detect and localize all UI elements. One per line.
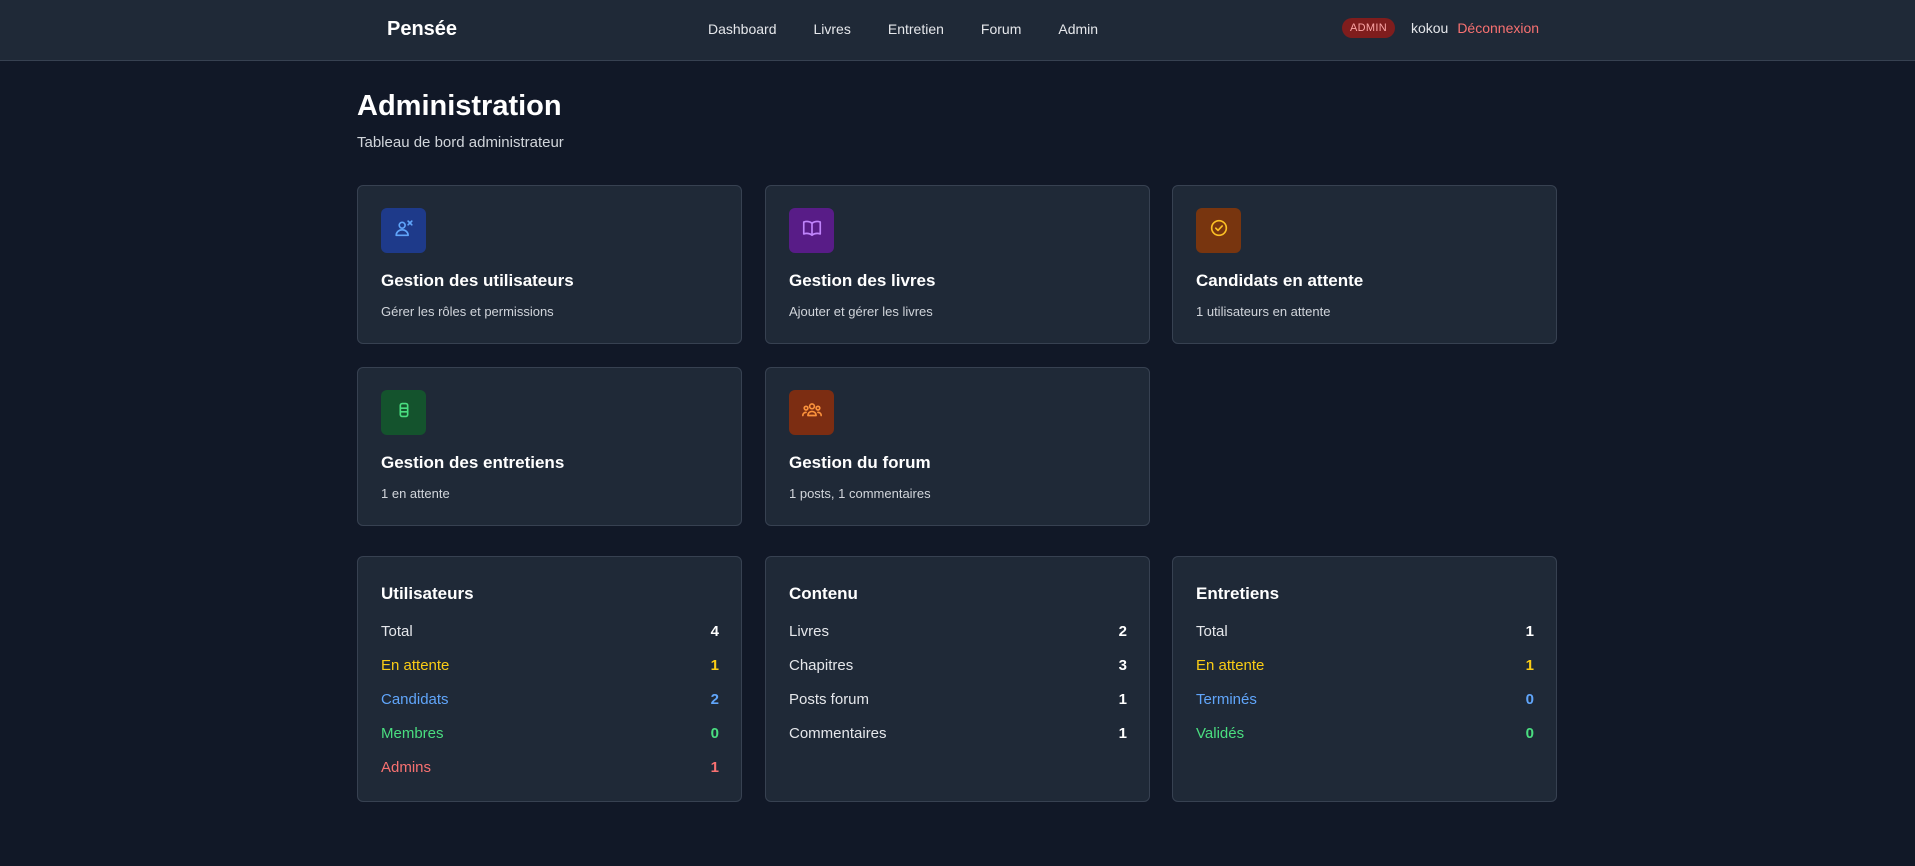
stat-value: 4 [710, 623, 719, 640]
stat-label: Total [381, 623, 413, 640]
book-icon [801, 217, 823, 244]
stat-label: Admins [381, 759, 432, 776]
card-description: 1 posts, 1 commentaires [789, 486, 931, 501]
user-manage-icon [393, 217, 415, 244]
nav-link-entretien[interactable]: Entretien [888, 21, 944, 37]
card-title: Gestion des livres [789, 271, 936, 290]
card-interview-management[interactable]: Gestion des entretiens 1 en attente [357, 367, 742, 526]
stat-row: Posts forum 1 [789, 691, 1127, 725]
nav-links: Dashboard Livres Entretien Forum Admin [708, 21, 1135, 37]
icon-box [789, 390, 834, 435]
stats-content: Contenu Livres 2 Chapitres 3 Posts forum 1 Com… [765, 556, 1150, 802]
stat-label: Membres [381, 725, 444, 742]
stat-value: 0 [710, 725, 719, 742]
page-title: Administration [357, 90, 562, 122]
check-circle-icon [1208, 217, 1230, 244]
stat-value: 2 [710, 691, 719, 708]
stat-value: 2 [1118, 623, 1127, 640]
card-description: 1 utilisateurs en attente [1196, 304, 1331, 319]
username: kokou [1410, 20, 1449, 36]
stat-label: Terminés [1196, 691, 1257, 708]
stat-label: En attente [381, 657, 450, 674]
card-title: Gestion du forum [789, 453, 931, 472]
icon-box [381, 390, 426, 435]
stats-users: Utilisateurs Total 4 En attente 1 Candidats 2… [357, 556, 742, 802]
stat-row: En attente 1 [381, 657, 719, 691]
stat-value: 3 [1118, 657, 1127, 674]
stat-row: Total 1 [1196, 623, 1534, 657]
stat-label: Chapitres [789, 657, 854, 674]
stat-row: Membres 0 [381, 725, 719, 759]
nav-link-forum[interactable]: Forum [981, 21, 1021, 37]
stats-rows: Livres 2 Chapitres 3 Posts forum 1 Commentaire… [789, 623, 1127, 759]
icon-box [789, 208, 834, 253]
stat-value: 1 [1525, 623, 1534, 640]
nav-link-dashboard[interactable]: Dashboard [708, 21, 777, 37]
interview-icon [393, 399, 415, 426]
icon-box [381, 208, 426, 253]
card-title: Gestion des entretiens [381, 453, 565, 472]
top-navbar: Pensée Dashboard Livres Entretien Forum … [0, 0, 1915, 61]
stat-value: 0 [1525, 691, 1534, 708]
stat-row: Commentaires 1 [789, 725, 1127, 759]
stat-label: Commentaires [789, 725, 887, 742]
page-subtitle: Tableau de bord administrateur [357, 134, 564, 151]
card-description: 1 en attente [381, 486, 450, 501]
user-area: ADMIN kokou Déconnexion [1342, 18, 1539, 38]
stats-title: Entretiens [1196, 584, 1280, 603]
card-description: Gérer les rôles et permissions [381, 304, 554, 319]
stat-value: 1 [1118, 725, 1127, 742]
stat-row: Validés 0 [1196, 725, 1534, 759]
card-pending-candidates[interactable]: Candidats en attente 1 utilisateurs en a… [1172, 185, 1557, 344]
stat-value: 1 [710, 759, 719, 776]
card-title: Candidats en attente [1196, 271, 1364, 290]
brand-logo[interactable]: Pensée [387, 18, 457, 41]
stat-row: Total 4 [381, 623, 719, 657]
stats-rows: Total 1 En attente 1 Terminés 0 Validés 0 [1196, 623, 1534, 759]
stat-value: 0 [1525, 725, 1534, 742]
stat-label: En attente [1196, 657, 1265, 674]
stat-label: Livres [789, 623, 830, 640]
stats-title: Utilisateurs [381, 584, 474, 603]
card-user-management[interactable]: Gestion des utilisateurs Gérer les rôles… [357, 185, 742, 344]
role-badge: ADMIN [1342, 18, 1395, 38]
stat-value: 1 [1525, 657, 1534, 674]
stats-rows: Total 4 En attente 1 Candidats 2 Membres 0 Admin… [381, 623, 719, 793]
stat-value: 1 [710, 657, 719, 674]
stat-row: Livres 2 [789, 623, 1127, 657]
group-icon [801, 399, 823, 426]
stat-row: En attente 1 [1196, 657, 1534, 691]
card-description: Ajouter et gérer les livres [789, 304, 933, 319]
icon-box [1196, 208, 1241, 253]
stat-label: Total [1196, 623, 1228, 640]
stats-title: Contenu [789, 584, 858, 603]
nav-link-livres[interactable]: Livres [814, 21, 851, 37]
stat-row: Admins 1 [381, 759, 719, 793]
card-title: Gestion des utilisateurs [381, 271, 574, 290]
stats-interviews: Entretiens Total 1 En attente 1 Terminés 0 Val… [1172, 556, 1557, 802]
stat-label: Candidats [381, 691, 449, 708]
stat-label: Validés [1196, 725, 1245, 742]
card-forum-management[interactable]: Gestion du forum 1 posts, 1 commentaires [765, 367, 1150, 526]
nav-link-admin[interactable]: Admin [1058, 21, 1098, 37]
stat-row: Candidats 2 [381, 691, 719, 725]
card-book-management[interactable]: Gestion des livres Ajouter et gérer les … [765, 185, 1150, 344]
stat-label: Posts forum [789, 691, 870, 708]
logout-link[interactable]: Déconnexion [1457, 20, 1539, 36]
stat-value: 1 [1118, 691, 1127, 708]
stat-row: Terminés 0 [1196, 691, 1534, 725]
stat-row: Chapitres 3 [789, 657, 1127, 691]
